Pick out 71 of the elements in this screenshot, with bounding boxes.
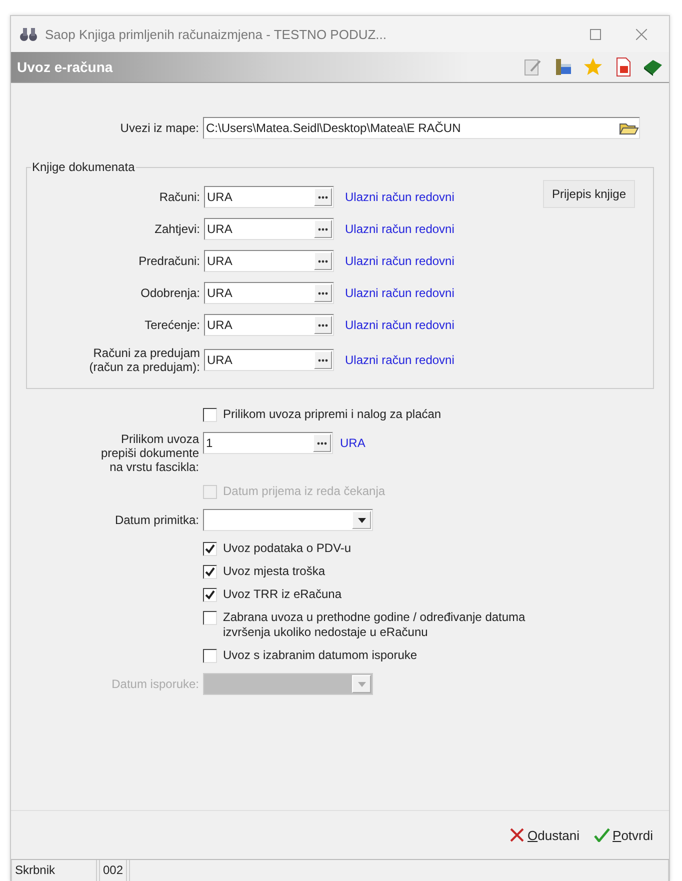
lookup-field[interactable]: 1 [203,432,333,454]
browse-button[interactable] [314,351,332,369]
cancel-button[interactable]: Odustani [508,826,582,844]
check-icon [594,828,610,842]
browse-button[interactable] [313,434,331,452]
close-icon[interactable] [636,28,646,40]
field-label: Računi za predujam (račun za predujam): [88,346,200,374]
lookup-field[interactable]: URA [204,186,334,208]
close-icon [510,828,524,842]
binoculars-icon [19,26,39,42]
lookup-field[interactable]: URA [204,250,334,272]
header-title: Uvoz e-računa [17,59,114,75]
status-cell: 002 [99,860,127,881]
field-description: Ulazni račun redovni [344,286,454,300]
maximize-icon[interactable] [590,28,600,40]
lookup-field[interactable]: URA [204,349,334,371]
checkbox-label: Datum prijema iz reda čekanja [223,484,386,499]
transcribe-button[interactable]: Prijepis knjige [542,180,635,208]
field-label: Datum primitka: [114,513,199,527]
browse-button[interactable] [314,284,332,302]
checkbox-label: Prilikom uvoza pripremi i nalog za plaćan [223,407,442,422]
checkbox[interactable] [203,408,217,422]
browse-button[interactable] [314,220,332,238]
field-label: Odobrenja: [140,286,200,300]
field-label: Računi: [158,190,200,204]
window-title: Saop Knjiga primljenih računaizmjena - TESTNO PODUZ... [45,26,388,42]
ellipsis-icon [317,442,327,444]
checkbox[interactable] [203,565,217,579]
ellipsis-icon [318,196,328,198]
checkbox[interactable] [203,649,217,663]
group-title: Knjige dokumenata [31,160,136,174]
checkbox[interactable] [203,588,217,602]
checkbox[interactable] [203,611,217,625]
confirm-button[interactable]: Potvrdi [592,826,655,844]
checkbox-label: Uvoz TRR iz eRačuna [223,587,342,602]
lookup-field[interactable]: URA [204,314,334,336]
ellipsis-icon [318,324,328,326]
field-label: Predračuni: [138,254,200,268]
field-description: Ulazni račun redovni [344,318,454,332]
checkbox-label: Uvoz s izabranim datumom isporuke [223,648,418,663]
checkbox-label: Zabrana uvoza u prethodne godine / određivanje datuma izvršenja ukoliko nedostaje u eRačunu [223,610,526,640]
star-icon[interactable] [583,57,603,77]
browse-button[interactable] [314,252,332,270]
ellipsis-icon [318,260,328,262]
checkbox-label: Uvoz mjesta troška [223,564,326,579]
browse-button[interactable] [314,188,332,206]
checkbox-label: Uvoz podataka o PDV-u [223,541,352,556]
field-label: Uvezi iz mape: [119,121,199,135]
folder-path-field[interactable]: C:\Users\Matea.Seidl\Desktop\Matea\E RAČUN [203,117,640,139]
dropdown[interactable] [203,509,373,531]
ellipsis-icon [318,292,328,294]
book-icon[interactable] [643,57,663,77]
ellipsis-icon [318,358,328,362]
lookup-field[interactable]: URA [204,218,334,240]
field-description: Ulazni račun redovni [344,353,454,367]
caret-icon [358,518,366,522]
status-cell: Skrbnik [11,860,97,881]
field-description: Ulazni račun redovni [344,254,454,268]
columns-icon[interactable] [553,57,573,77]
lookup-field[interactable]: URA [204,282,334,304]
field-label: Terećenje: [144,318,200,332]
checkbox[interactable] [203,542,217,556]
field-label: Datum isporuke: [110,677,199,691]
field-label: Zahtjevi: [154,222,200,236]
field-description: Ulazni račun redovni [344,222,454,236]
browse-button[interactable] [314,316,332,334]
field-description: URA [339,436,366,450]
field-description: Ulazni račun redovni [344,190,454,204]
field-label: Prilikom uvoza prepiši dokumente na vrstu fascikla: [100,432,199,474]
caret-icon [358,682,366,686]
ellipsis-icon [318,228,328,230]
